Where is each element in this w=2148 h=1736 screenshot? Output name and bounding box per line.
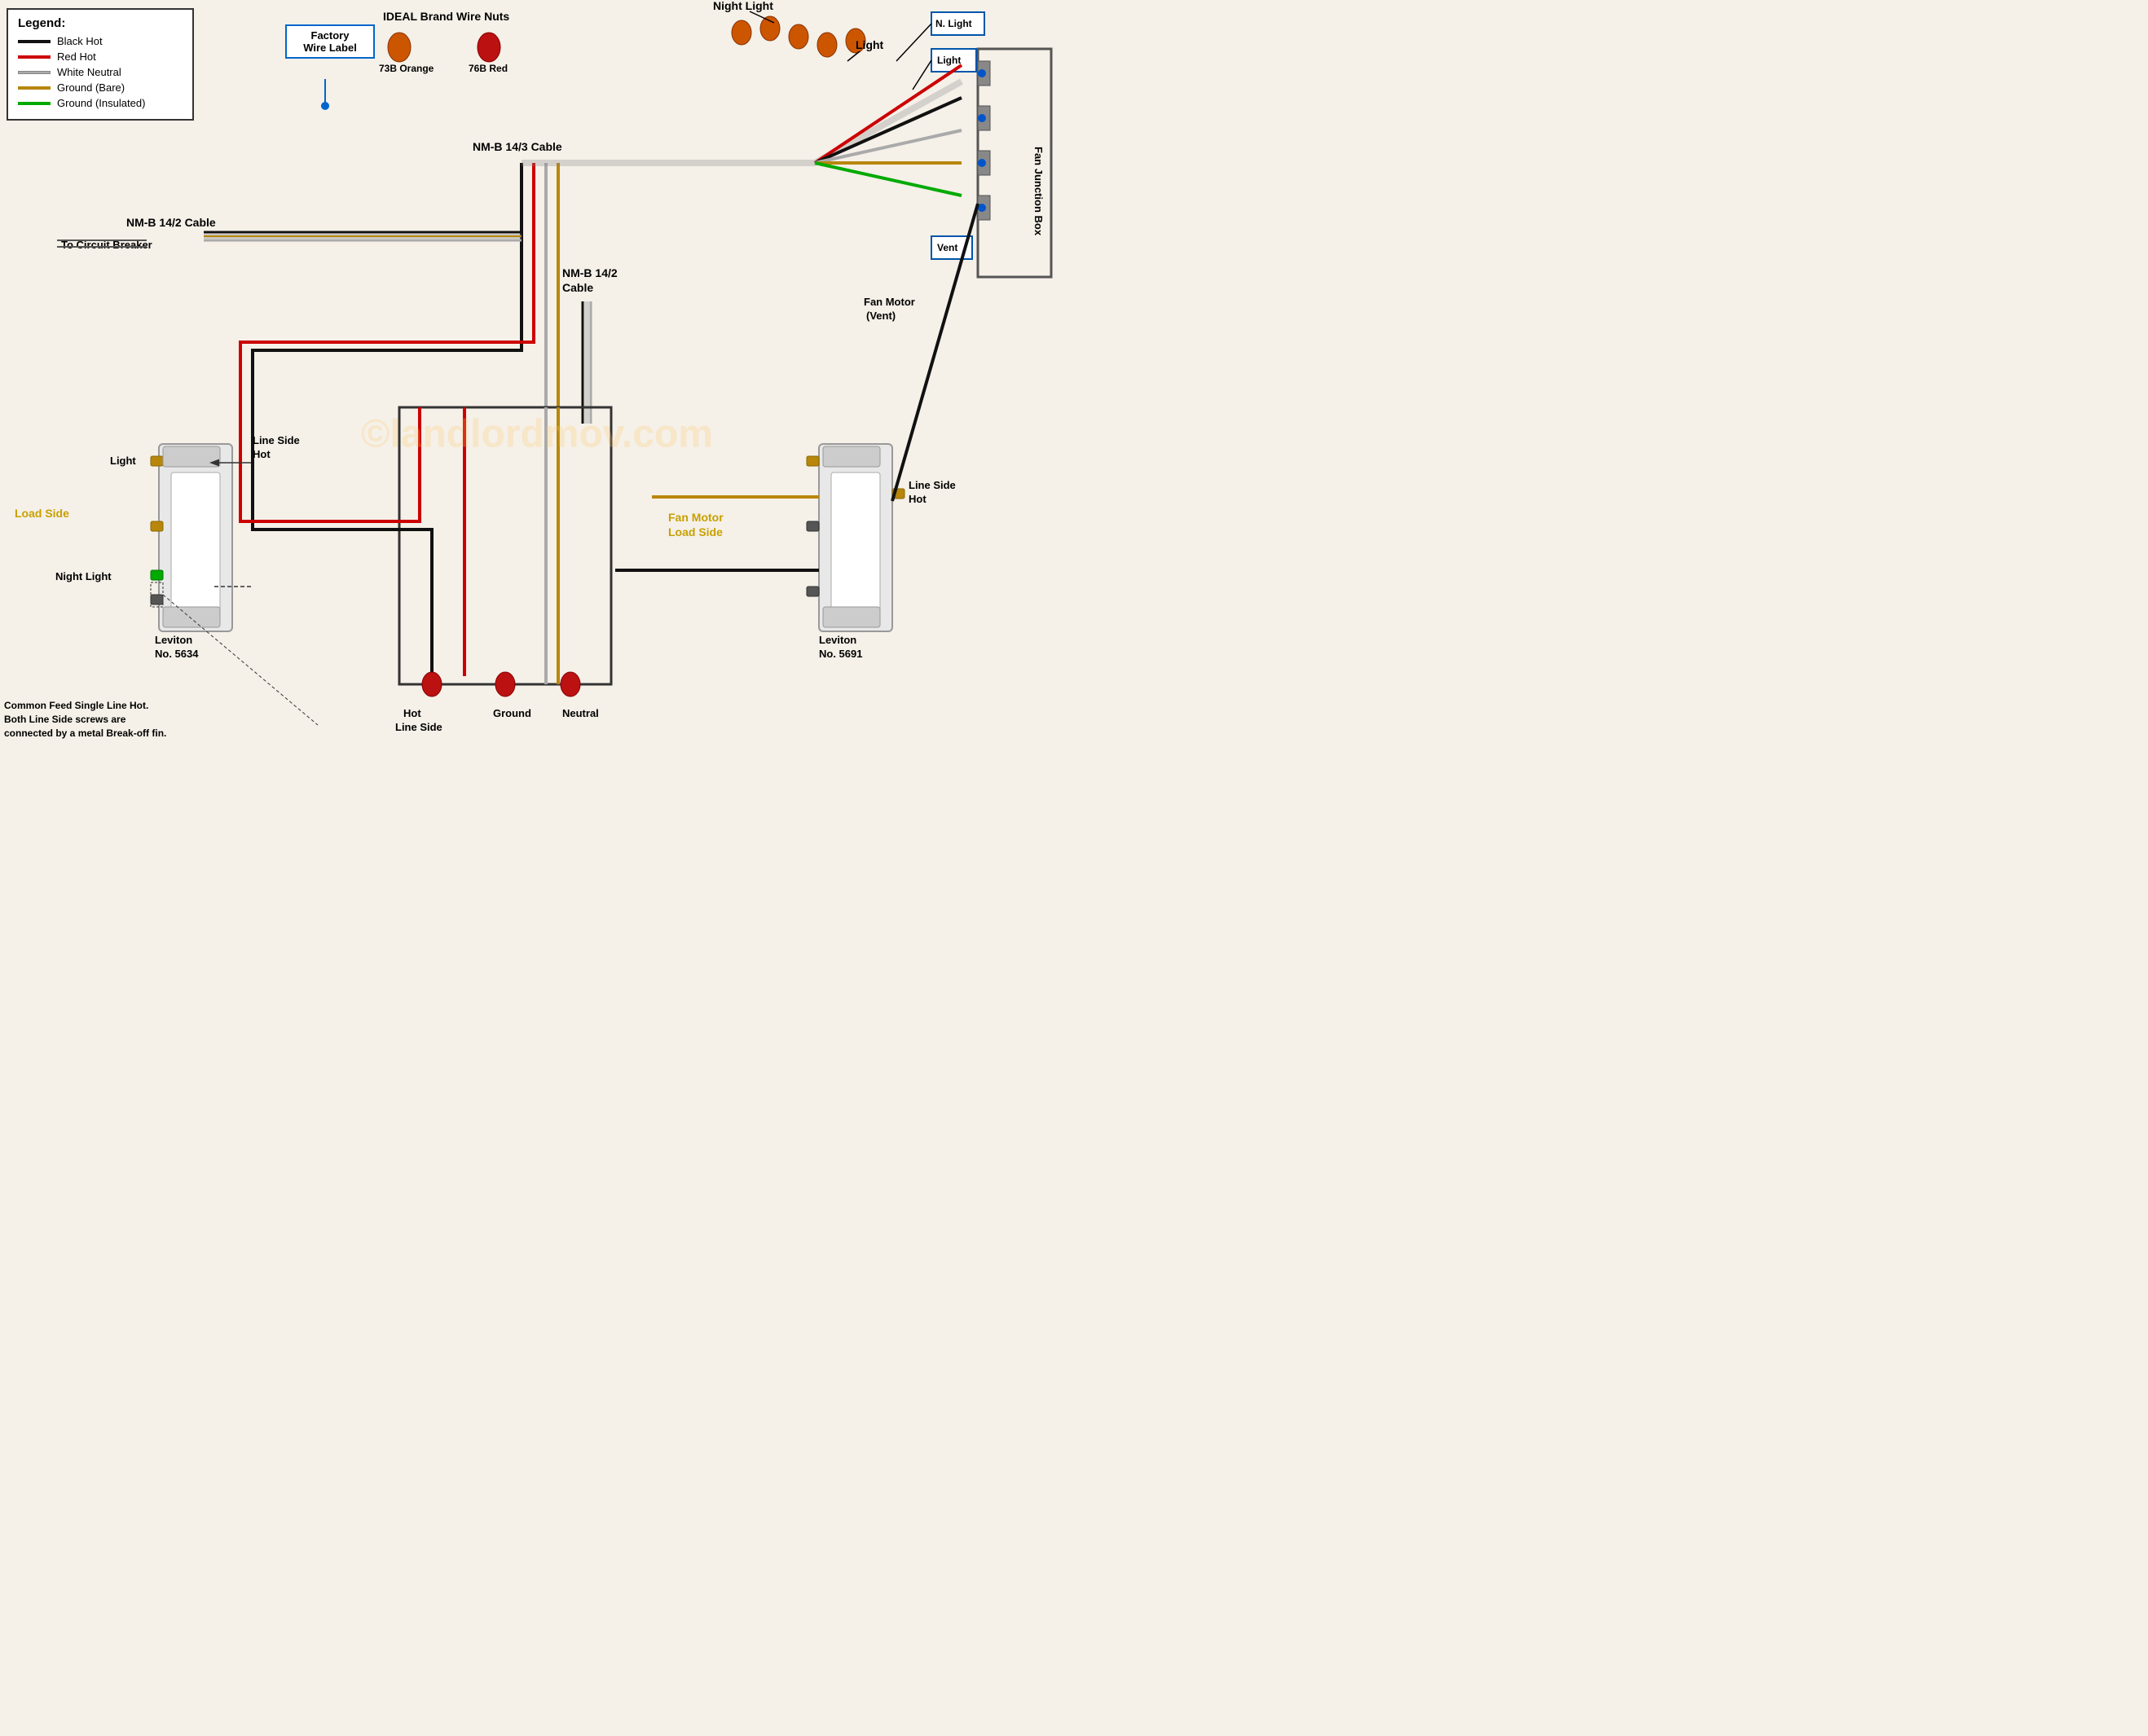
svg-text:(Vent): (Vent) [866,310,896,322]
nmb-142-mid-label: NM-B 14/2 [562,266,618,279]
76b-red-label: 76B Red [469,63,508,74]
ground-label: Ground [493,707,531,719]
light2-label: Light [937,55,961,66]
night-light-left-label: Night Light [55,570,112,582]
hot-line-side-label: Hot [403,707,421,719]
line-side-hot-left-label: Line Side [253,434,300,446]
light-top-label: Light [856,38,884,51]
svg-text:Cable: Cable [562,281,593,294]
svg-text:Line Side: Line Side [395,721,442,733]
vent-label: Vent [937,242,957,253]
leviton-5691-label: Leviton [819,634,856,646]
line-side-hot-right-label: Line Side [909,479,956,491]
fan-motor-load-side-label: Fan Motor [668,511,724,524]
common-feed-label: Common Feed Single Line Hot. [4,700,148,711]
nmb-142-top-label: NM-B 14/2 Cable [126,216,216,229]
nmb-143-label: NM-B 14/3 Cable [473,140,562,153]
night-light-top-label: Night Light [713,0,773,12]
wiring-diagram-svg: NM-B 14/3 Cable NM-B 14/2 Cable NM-B 14/… [0,0,1074,868]
svg-text:No. 5691: No. 5691 [819,648,862,660]
neutral-label: Neutral [562,707,599,719]
svg-text:Hot: Hot [253,448,271,460]
73b-orange-label: 73B Orange [379,63,434,74]
fan-motor-vent-label: Fan Motor [864,296,915,308]
fan-junction-box-label: Fan Junction Box [1032,147,1045,236]
svg-text:connected by a metal Break-off: connected by a metal Break-off fin. [4,727,166,739]
leviton-5634-label: Leviton [155,634,192,646]
load-side-left-label: Load Side [15,507,69,520]
svg-text:No. 5634: No. 5634 [155,648,199,660]
light-left-label: Light [110,455,136,467]
svg-text:Both Line Side screws are: Both Line Side screws are [4,714,126,725]
n-light-label: N. Light [935,18,972,29]
svg-text:Hot: Hot [909,493,927,505]
svg-text:Load Side: Load Side [668,525,723,538]
ideal-wire-nuts-label: IDEAL Brand Wire Nuts [383,10,509,23]
